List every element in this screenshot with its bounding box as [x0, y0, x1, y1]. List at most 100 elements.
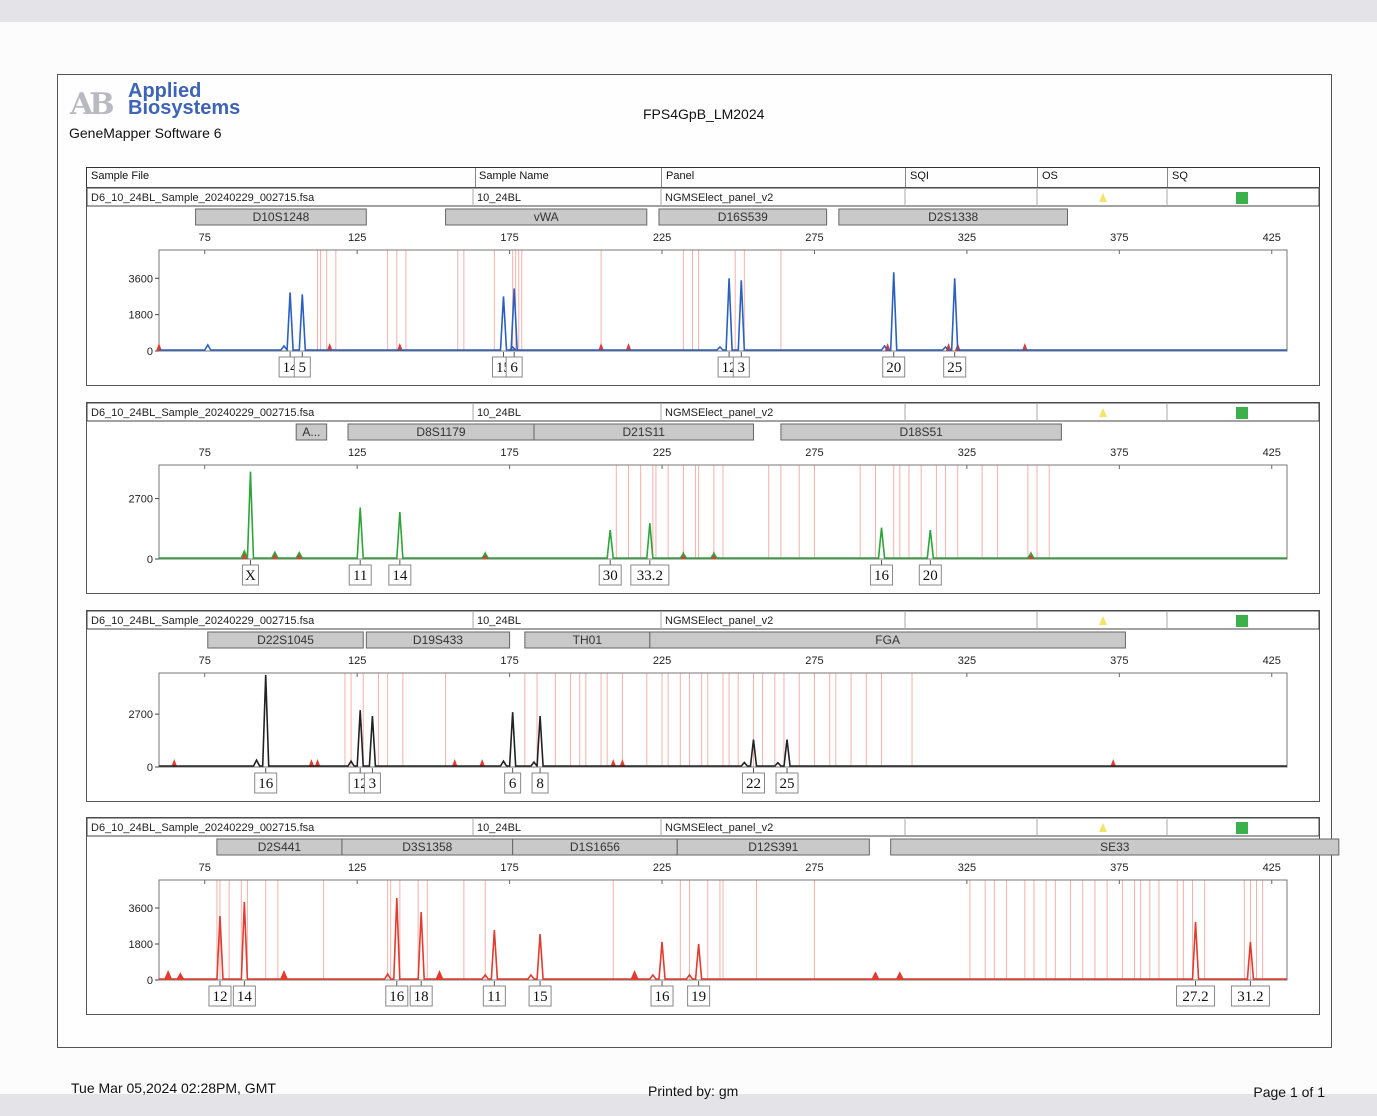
y-tick-label: 2700 — [129, 494, 153, 506]
allele-call-label: 22 — [746, 776, 761, 792]
locus-label: D8S1179 — [416, 425, 465, 439]
x-tick-label: 175 — [500, 655, 518, 667]
plot-frame — [158, 249, 1288, 352]
sq-pass-flag-icon — [1236, 407, 1248, 419]
panel-name: NGMSElect_panel_v2 — [665, 407, 773, 419]
locus-label: D1S1656 — [570, 840, 620, 854]
panel-name: NGMSElect_panel_v2 — [665, 615, 773, 627]
y-tick-label: 1800 — [129, 939, 153, 951]
col-sqi: SQI — [910, 170, 929, 182]
locus-label: D22S1045 — [257, 633, 314, 647]
chart-red-dye: D6_10_24BL_Sample_20240229_002715.fsa 10_… — [86, 817, 1340, 1007]
locus-label: D10S1248 — [253, 210, 310, 224]
electropherogram-panel-black: D6_10_24BL_Sample_20240229_002715.fsa 10_… — [86, 610, 1320, 802]
allele-call: 31.2 — [1230, 981, 1270, 1007]
sample-file: D6_10_24BL_Sample_20240229_002715.fsa — [91, 615, 315, 627]
allele-call-label: 3 — [369, 776, 377, 792]
allele-call-label: 16 — [258, 776, 274, 792]
allele-call-label: 6 — [510, 360, 518, 376]
x-tick-label: 175 — [500, 232, 518, 244]
y-tick-label: 0 — [147, 346, 153, 358]
locus-label: vWA — [534, 210, 559, 224]
y-tick-label: 3600 — [129, 273, 153, 285]
allele-call-label: 14 — [392, 568, 408, 584]
locus-label: D2S441 — [258, 840, 302, 854]
allele-call: 25 — [943, 352, 967, 378]
locus-label: FGA — [875, 633, 900, 647]
y-tick-label: 0 — [147, 554, 153, 566]
allele-call: 22 — [741, 768, 765, 794]
allele-call: 3 — [363, 768, 381, 794]
allele-call-label: 31.2 — [1237, 989, 1263, 1005]
x-tick-label: 125 — [348, 862, 366, 874]
locus-label: D18S51 — [899, 425, 943, 439]
locus-vwa: vWA — [445, 208, 648, 226]
sample-name: 10_24BL — [477, 192, 521, 204]
allele-call-label: 33.2 — [637, 568, 663, 584]
sample-name: 10_24BL — [477, 822, 521, 834]
allele-call: 11 — [482, 981, 506, 1007]
allele-call: 18 — [409, 981, 433, 1007]
locus-label: D21S11 — [622, 425, 665, 439]
locus-label: D19S433 — [413, 633, 463, 647]
allele-call-label: 11 — [487, 989, 501, 1005]
col-sq: SQ — [1172, 170, 1188, 182]
locus-fga: FGA — [649, 631, 1126, 649]
x-tick-label: 125 — [348, 447, 366, 459]
x-tick-label: 425 — [1263, 655, 1281, 667]
locus-d21s11: D21S11 — [533, 423, 754, 441]
col-os: OS — [1042, 170, 1058, 182]
y-tick-label: 0 — [147, 762, 153, 774]
x-tick-label: 375 — [1110, 862, 1128, 874]
allele-call-label: 8 — [536, 776, 544, 792]
x-tick-label: 375 — [1110, 232, 1128, 244]
x-tick-label: 225 — [653, 862, 671, 874]
sample-name: 10_24BL — [477, 615, 521, 627]
y-tick-label: 1800 — [129, 310, 153, 322]
locus-d8s1179: D8S1179 — [347, 423, 535, 441]
x-tick-label: 325 — [958, 232, 976, 244]
allele-call-label: 30 — [603, 568, 618, 584]
col-sample-file: Sample File — [91, 170, 150, 182]
sample-info-row: D6_10_24BL_Sample_20240229_002715.fsa 10_… — [86, 402, 1320, 422]
x-tick-label: 75 — [199, 655, 211, 667]
allele-call: 15 — [528, 981, 552, 1007]
allele-call: 14 — [232, 981, 256, 1007]
allele-call-label: 3 — [738, 360, 746, 376]
allele-call: 11 — [348, 560, 372, 586]
allele-call: 33.2 — [630, 560, 670, 586]
sample-info-row: D6_10_24BL_Sample_20240229_002715.fsa 10_… — [86, 610, 1320, 630]
brand-name: Applied Biosystems — [128, 81, 240, 118]
locus-label: A... — [302, 425, 320, 439]
x-tick-label: 75 — [199, 447, 211, 459]
allele-call: 30 — [598, 560, 622, 586]
electropherogram-panel-blue: D6_10_24BL_Sample_20240229_002715.fsa 10_… — [86, 187, 1320, 386]
printed-by: Printed by: gm — [648, 1083, 739, 1099]
locus-d2s441: D2S441 — [216, 838, 343, 856]
allele-call: 16 — [254, 768, 278, 794]
x-tick-label: 125 — [348, 655, 366, 667]
x-tick-label: 175 — [500, 447, 518, 459]
print-timestamp: Tue Mar 05,2024 02:28PM, GMT — [71, 1080, 276, 1096]
x-tick-label: 275 — [805, 232, 823, 244]
x-tick-label: 325 — [958, 447, 976, 459]
y-tick-label: 2700 — [129, 709, 153, 721]
allele-call: 25 — [775, 768, 799, 794]
sample-file: D6_10_24BL_Sample_20240229_002715.fsa — [91, 822, 315, 834]
y-tick-label: 3600 — [129, 903, 153, 915]
y-tick-label: 0 — [147, 975, 153, 987]
allele-call-label: 11 — [353, 568, 367, 584]
allele-call-label: 16 — [874, 568, 890, 584]
x-tick-label: 375 — [1110, 447, 1128, 459]
locus-d12s391: D12S391 — [676, 838, 870, 856]
allele-call: 3 — [732, 352, 750, 378]
x-tick-label: 425 — [1263, 447, 1281, 459]
allele-call-label: 5 — [299, 360, 307, 376]
locus-d10s1248: D10S1248 — [195, 208, 367, 226]
x-tick-label: 225 — [653, 655, 671, 667]
allele-call-label: 16 — [655, 989, 671, 1005]
allele-call-label: 14 — [237, 989, 253, 1005]
allele-call: 6 — [504, 768, 522, 794]
locus-se33: SE33 — [890, 838, 1340, 856]
x-tick-label: 75 — [199, 232, 211, 244]
